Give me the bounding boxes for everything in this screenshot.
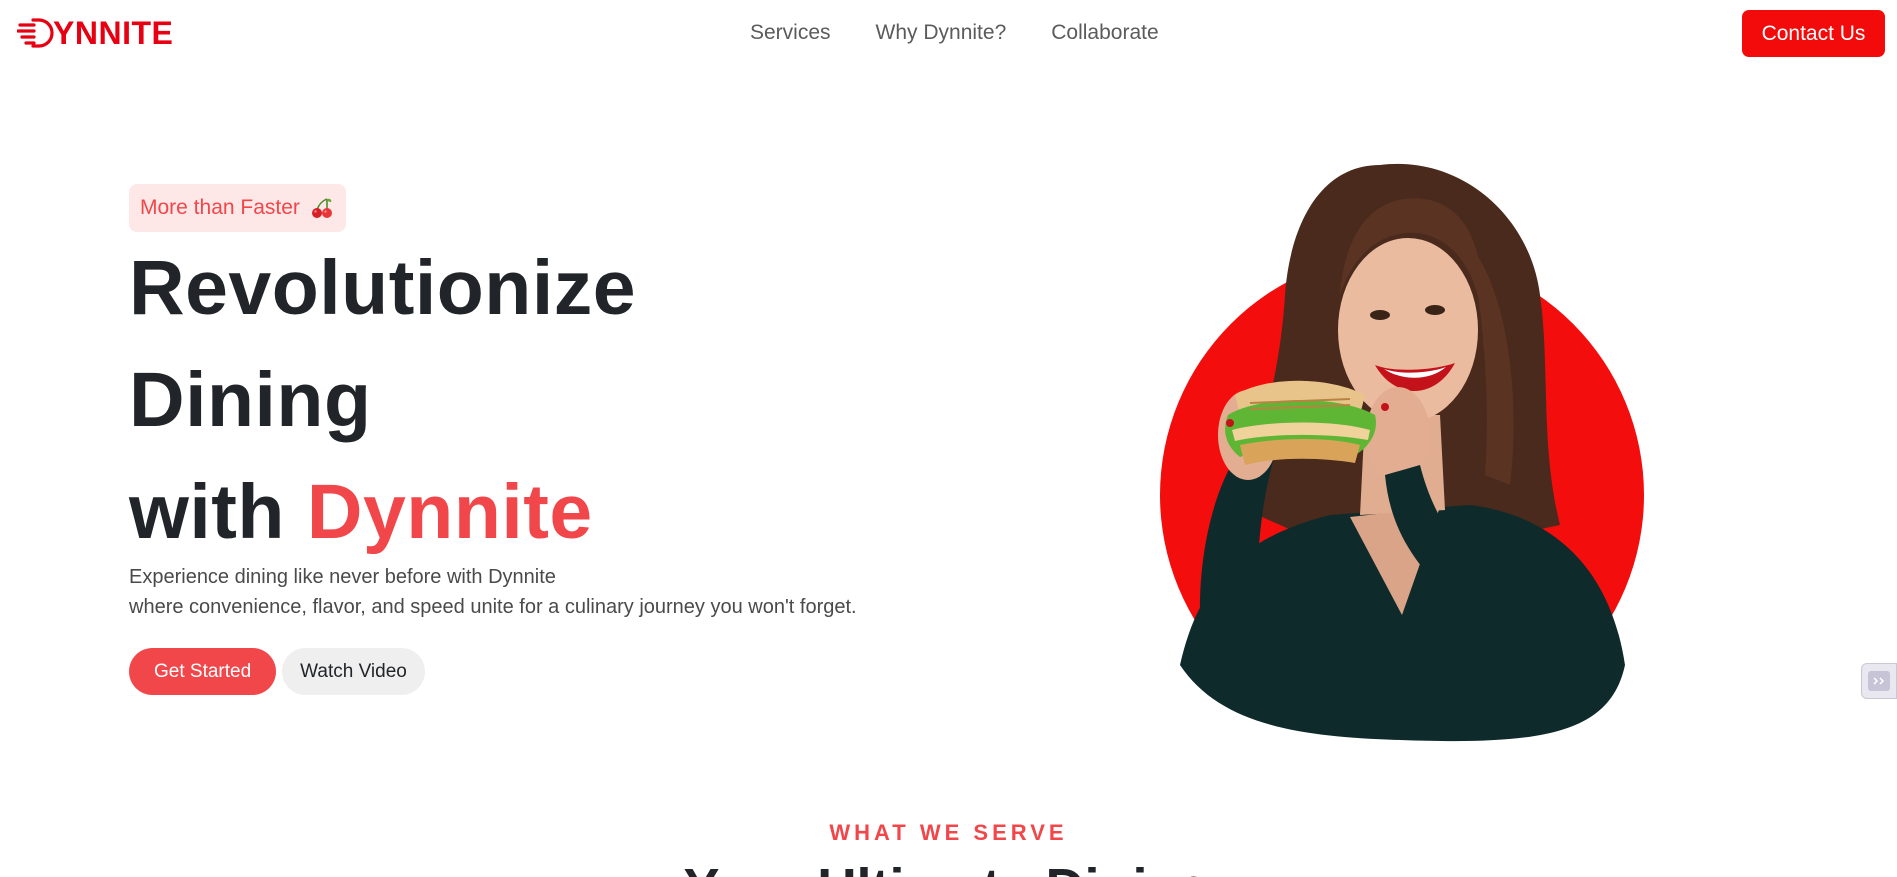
watch-video-button[interactable]: Watch Video bbox=[282, 648, 425, 695]
logo-text: YNNITE bbox=[53, 15, 174, 51]
cherry-icon bbox=[311, 198, 332, 218]
main-nav: Services Why Dynnite? Collaborate bbox=[750, 19, 1204, 47]
terminal-icon bbox=[1868, 671, 1890, 691]
badge-text: More than Faster bbox=[140, 196, 300, 219]
nav-link-why-dynnite[interactable]: Why Dynnite? bbox=[876, 19, 1007, 47]
hero-actions: Get Started Watch Video bbox=[129, 648, 425, 695]
hero-title-line-1: Revolutionize bbox=[129, 245, 637, 331]
hero-title-accent: Dynnite bbox=[306, 469, 593, 555]
hero-desc-line-2: where convenience, flavor, and speed uni… bbox=[129, 596, 857, 618]
nav-link-collaborate[interactable]: Collaborate bbox=[1051, 19, 1158, 47]
landing-page: YNNITE Services Why Dynnite? Collaborate… bbox=[0, 0, 1897, 877]
logo[interactable]: YNNITE bbox=[17, 15, 173, 51]
hero-title-prefix: with bbox=[129, 469, 285, 555]
hero-illustration bbox=[1160, 163, 1644, 742]
hero-title-line-2: Dining bbox=[129, 357, 372, 443]
contact-us-button[interactable]: Contact Us bbox=[1742, 10, 1885, 57]
logo-d-icon bbox=[17, 18, 54, 48]
hero-title: Revolutionize Dining with Dynnite bbox=[129, 232, 636, 568]
site-header: YNNITE Services Why Dynnite? Collaborate… bbox=[0, 0, 1897, 68]
hero-image bbox=[1140, 145, 1660, 745]
section-eyebrow: WHAT WE SERVE bbox=[829, 820, 1068, 845]
hero-desc-line-1: Experience dining like never before with… bbox=[129, 566, 556, 588]
nav-link-services[interactable]: Services bbox=[750, 19, 831, 47]
section-title: Your Ultimate Dining bbox=[0, 858, 1897, 877]
hero-badge: More than Faster bbox=[129, 184, 346, 232]
get-started-button[interactable]: Get Started bbox=[129, 648, 277, 695]
hero-description: Experience dining like never before with… bbox=[129, 562, 857, 622]
side-widget-button[interactable] bbox=[1861, 663, 1897, 699]
hero-title-line-3: with Dynnite bbox=[129, 456, 636, 568]
